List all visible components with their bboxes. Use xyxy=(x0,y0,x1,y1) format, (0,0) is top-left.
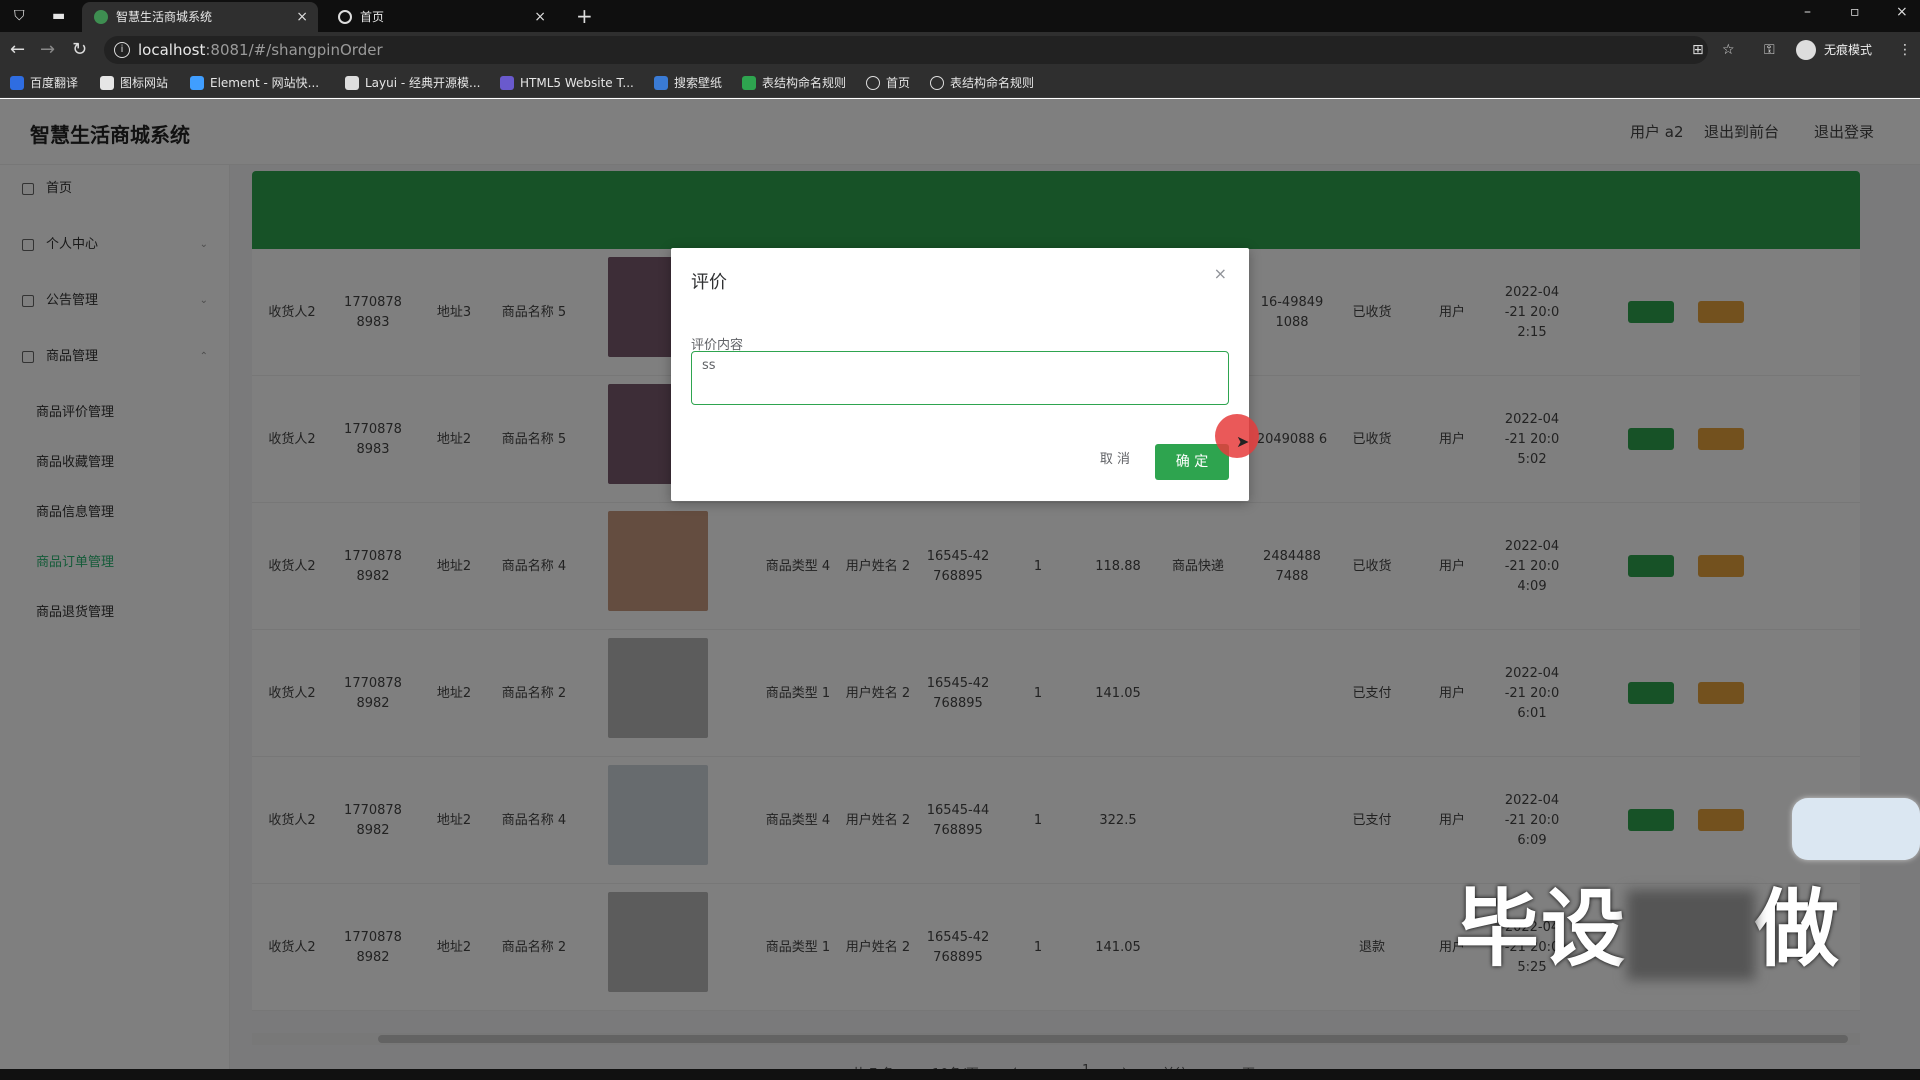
maximize-icon[interactable]: ▫ xyxy=(1850,4,1860,20)
tab-close-icon[interactable]: × xyxy=(296,2,308,32)
close-window-icon[interactable]: × xyxy=(1896,4,1908,20)
bookmark-item[interactable]: Layui - 经典开源模... xyxy=(345,74,480,92)
close-icon[interactable]: × xyxy=(1214,264,1227,283)
confirm-button[interactable]: 确 定 xyxy=(1155,444,1229,480)
forward-icon[interactable]: → xyxy=(40,40,55,60)
incognito-label: 无痕模式 xyxy=(1824,43,1873,57)
element-icon xyxy=(190,76,204,90)
tab-title: 智慧生活商城系统 xyxy=(116,10,213,24)
translate-icon[interactable]: ⊞ xyxy=(1692,41,1704,59)
bookmark-item[interactable]: 搜索壁纸 xyxy=(654,74,722,92)
review-dialog: 评价 × 评价内容 ss 取 消 确 定 xyxy=(671,248,1249,501)
page: ⛉ ▬ 智慧生活商城系统 × 首页 × + – ▫ × ← → ↻ i loca… xyxy=(0,0,1920,1080)
incognito-icon xyxy=(1796,40,1816,60)
mouse-cursor-icon: ➤ xyxy=(1236,432,1250,451)
browser-tab-bar: ⛉ ▬ 智慧生活商城系统 × 首页 × + – ▫ × xyxy=(0,0,1920,32)
address-bar[interactable]: i localhost:8081/#/shangpinOrder xyxy=(104,36,1708,64)
tab-close-icon[interactable]: × xyxy=(534,2,546,32)
bottom-strip xyxy=(0,1069,1920,1080)
browser-toolbar: ← → ↻ i localhost:8081/#/shangpinOrder ⊞… xyxy=(0,32,1920,68)
html5-icon xyxy=(500,76,514,90)
cancel-button[interactable]: 取 消 xyxy=(1087,444,1143,476)
key-icon[interactable]: ⚿ xyxy=(1764,41,1775,59)
globe-icon xyxy=(866,76,880,90)
flag-icon xyxy=(100,76,114,90)
bookmark-item[interactable]: 百度翻译 xyxy=(10,74,78,92)
bookmark-item[interactable]: 首页 xyxy=(866,74,910,92)
tab-favicon-icon xyxy=(94,10,108,24)
baidu-translate-icon xyxy=(10,76,24,90)
dialog-title: 评价 xyxy=(691,272,727,293)
globe-icon xyxy=(338,10,352,24)
reload-icon[interactable]: ↻ xyxy=(72,40,87,60)
site-info-icon[interactable]: i xyxy=(114,42,130,58)
bookmark-item[interactable]: Element - 网站快... xyxy=(190,74,319,92)
url-text: localhost:8081/#/shangpinOrder xyxy=(138,41,383,59)
bookmark-item[interactable]: HTML5 Website T... xyxy=(500,74,634,92)
back-icon[interactable]: ← xyxy=(10,40,25,60)
minimize-icon[interactable]: – xyxy=(1804,4,1811,20)
new-tab-icon[interactable]: + xyxy=(576,4,593,28)
review-content-input[interactable]: ss xyxy=(691,351,1229,405)
bookmarks-bar: 百度翻译 图标网站 Element - 网站快... Layui - 经典开源模… xyxy=(0,68,1920,98)
incognito-indicator[interactable]: 无痕模式 xyxy=(1796,38,1872,62)
bookmark-item[interactable]: 表结构命名规则 xyxy=(742,74,846,92)
blurred-region xyxy=(1627,890,1756,981)
floating-widget[interactable] xyxy=(1792,798,1920,860)
browser-tab-active[interactable]: 智慧生活商城系统 × xyxy=(82,2,318,32)
wallpaper-icon xyxy=(654,76,668,90)
browser-menu-icon[interactable]: ⛉ xyxy=(14,8,25,24)
tab-search-icon[interactable]: ▬ xyxy=(52,8,65,24)
watermark: 毕设做 xyxy=(1455,862,1841,983)
table-icon xyxy=(742,76,756,90)
bookmark-item[interactable]: 表结构命名规则 xyxy=(930,74,1034,92)
bookmark-item[interactable]: 图标网站 xyxy=(100,74,168,92)
more-menu-icon[interactable]: ⋮ xyxy=(1898,41,1912,59)
globe-icon xyxy=(930,76,944,90)
bookmark-star-icon[interactable]: ☆ xyxy=(1722,41,1735,59)
tab-title: 首页 xyxy=(360,10,385,24)
browser-tab[interactable]: 首页 × xyxy=(326,2,556,32)
layui-icon xyxy=(345,76,359,90)
